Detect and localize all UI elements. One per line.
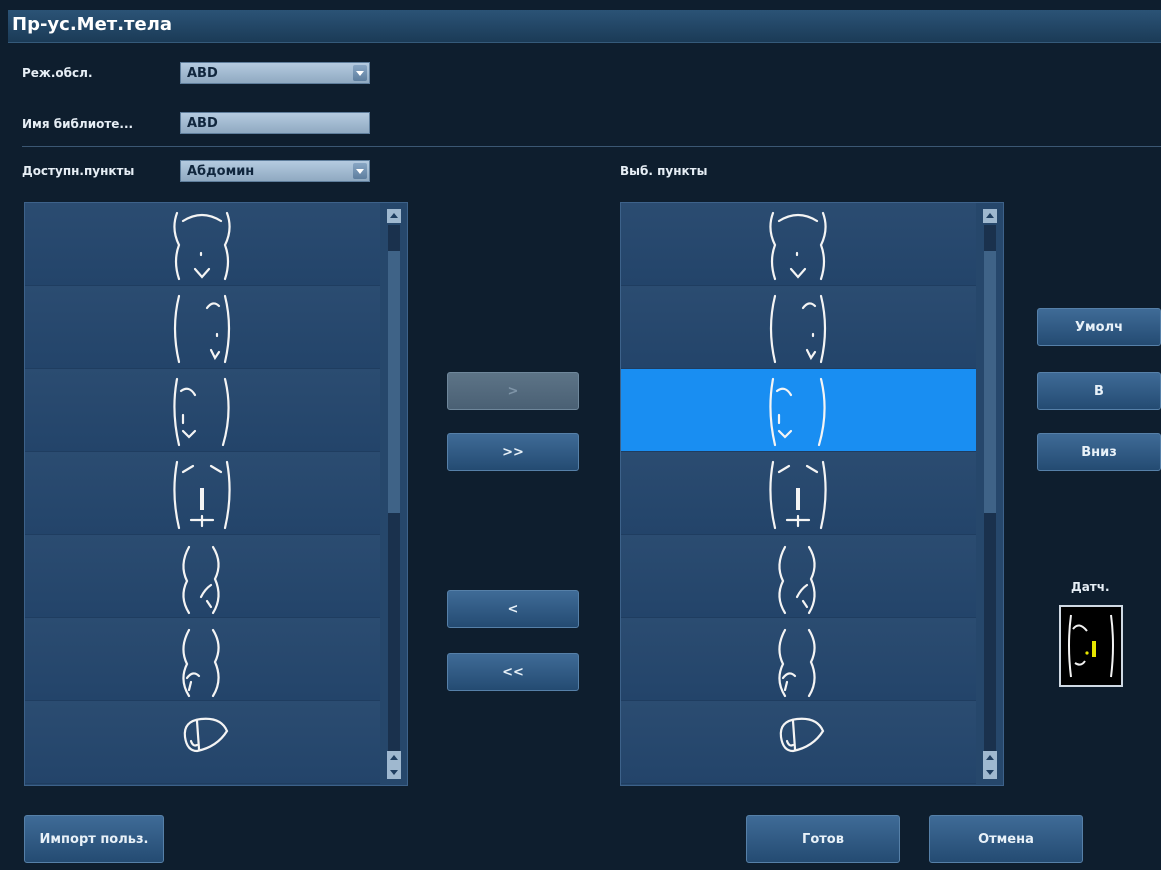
list-item[interactable] (621, 618, 976, 701)
cancel-button[interactable]: Отмена (929, 815, 1083, 863)
available-category-value: Абдомин (187, 164, 255, 179)
remove-item-button[interactable]: < (447, 590, 579, 628)
selected-items-label: Выб. пункты (620, 164, 708, 178)
list-item[interactable] (25, 286, 380, 369)
scroll-up-icon[interactable] (983, 209, 997, 223)
list-item[interactable] (25, 369, 380, 452)
list-item[interactable] (25, 452, 380, 535)
scroll-up-icon[interactable] (387, 209, 401, 223)
selected-list-scrollbar[interactable] (979, 203, 1003, 785)
exam-mode-dropdown[interactable]: ABD (180, 62, 370, 84)
list-item[interactable] (621, 203, 976, 286)
list-item[interactable] (621, 369, 976, 452)
body-mark-abdomen-right-icon (769, 377, 826, 447)
body-mark-liver-icon (183, 717, 229, 753)
default-button[interactable]: Умолч (1037, 308, 1161, 346)
scroll-up-icon[interactable] (983, 751, 997, 765)
list-item[interactable] (25, 618, 380, 701)
selected-items-rows (621, 203, 976, 784)
done-button[interactable]: Готов (746, 815, 900, 863)
body-mark-torso-left-icon (182, 545, 220, 615)
available-category-dropdown[interactable]: Абдомин (180, 160, 370, 182)
exam-mode-value: ABD (187, 66, 218, 81)
body-mark-abdomen-center-icon (769, 460, 827, 530)
available-items-label: Доступн.пункты (22, 164, 135, 178)
available-items-rows (25, 203, 380, 784)
list-item[interactable] (25, 701, 380, 784)
library-name-input[interactable]: ABD (180, 112, 370, 134)
list-item[interactable] (621, 286, 976, 369)
body-mark-abdomen-right-upper-icon (173, 294, 231, 364)
probe-label: Датч. (1071, 580, 1110, 594)
list-item[interactable] (25, 535, 380, 618)
scrollbar-thumb[interactable] (984, 251, 996, 513)
chevron-down-icon[interactable] (353, 65, 367, 81)
body-mark-abdomen-upper-icon (769, 211, 827, 281)
chevron-down-icon[interactable] (353, 163, 367, 179)
library-name-label: Имя библиоте... (22, 117, 134, 131)
body-mark-abdomen-center-icon (173, 460, 231, 530)
list-item[interactable] (621, 701, 976, 784)
window-title: Пр-ус.Мет.тела (12, 14, 173, 35)
selected-items-list[interactable] (620, 202, 1004, 786)
scroll-down-icon[interactable] (983, 765, 997, 779)
section-divider (22, 146, 1161, 147)
remove-all-button[interactable]: << (447, 653, 579, 691)
body-mark-abdomen-right-icon (173, 377, 230, 447)
available-list-scrollbar[interactable] (383, 203, 407, 785)
move-up-button[interactable]: В (1037, 372, 1161, 410)
scroll-down-icon[interactable] (387, 765, 401, 779)
body-mark-torso-right-icon (778, 628, 816, 698)
library-name-value: ABD (187, 116, 218, 131)
body-mark-probe-icon (1059, 605, 1123, 687)
move-down-button[interactable]: Вниз (1037, 433, 1161, 471)
title-bar: Пр-ус.Мет.тела (8, 10, 1161, 43)
scroll-up-icon[interactable] (387, 751, 401, 765)
body-mark-liver-icon (779, 717, 825, 753)
add-all-button[interactable]: >> (447, 433, 579, 471)
exam-mode-label: Реж.обсл. (22, 66, 93, 80)
body-mark-torso-left-icon (778, 545, 816, 615)
list-item[interactable] (621, 452, 976, 535)
body-mark-abdomen-right-upper-icon (769, 294, 827, 364)
list-item[interactable] (621, 535, 976, 618)
scrollbar-thumb[interactable] (388, 251, 400, 513)
list-item[interactable] (25, 203, 380, 286)
add-item-button[interactable]: > (447, 372, 579, 410)
available-items-list[interactable] (24, 202, 408, 786)
import-user-button[interactable]: Импорт польз. (24, 815, 164, 863)
body-mark-abdomen-upper-icon (173, 211, 231, 281)
body-mark-torso-right-icon (182, 628, 220, 698)
